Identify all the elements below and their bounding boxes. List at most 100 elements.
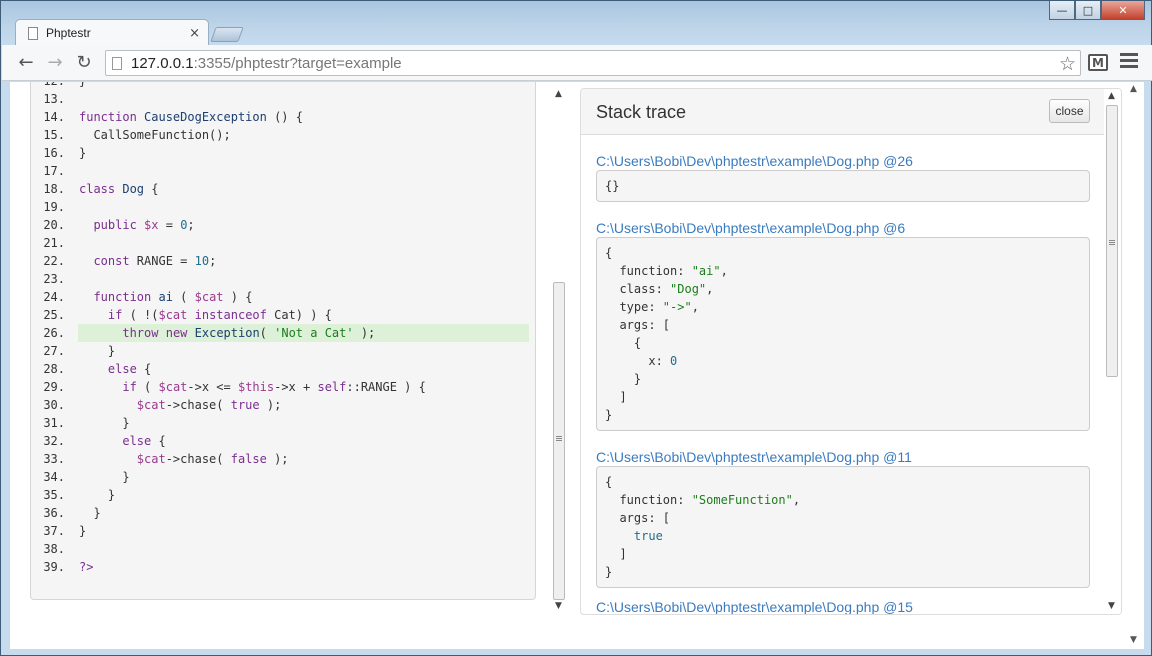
code-line: 12.} — [31, 82, 535, 90]
page-scrollbar[interactable]: ▲ ▼ — [1127, 82, 1144, 649]
scroll-down-arrow-icon[interactable]: ▼ — [1108, 601, 1115, 611]
browser-window: — □ ✕ Phptestr × ← → ↻ 127.0.0.1:3355/ph… — [0, 0, 1152, 656]
close-button[interactable]: close — [1049, 99, 1090, 123]
maximize-button[interactable]: □ — [1075, 1, 1101, 20]
address-bar[interactable]: 127.0.0.1:3355/phptestr?target=example ☆ — [105, 50, 1081, 76]
line-number: 15. — [43, 128, 65, 142]
code-line: 26. throw new Exception( 'Not a Cat' ); — [31, 324, 535, 342]
browser-toolbar: ← → ↻ 127.0.0.1:3355/phptestr?target=exa… — [2, 45, 1152, 81]
stack-frame-args: { function: "ai", class: "Dog", type: "-… — [596, 237, 1090, 431]
code-text: CallSomeFunction(); — [79, 128, 231, 142]
chrome-menu-icon[interactable] — [1120, 53, 1138, 71]
back-arrow-icon[interactable]: ← — [15, 53, 37, 73]
code-text: } — [79, 344, 116, 358]
code-line: 31. } — [31, 414, 535, 432]
stack-trace-title: Stack trace — [596, 102, 687, 122]
line-number: 35. — [43, 488, 65, 502]
scroll-down-arrow-icon[interactable]: ▼ — [555, 601, 562, 611]
code-line: 23. — [31, 270, 535, 288]
code-panel-scrollbar[interactable]: ▲ ▼ — [551, 89, 568, 614]
code-text: if ( !($cat instanceof Cat) ) { — [107, 308, 332, 322]
line-number: 21. — [43, 236, 65, 250]
reload-icon[interactable]: ↻ — [73, 53, 95, 73]
bookmark-star-icon[interactable]: ☆ — [1059, 53, 1076, 75]
line-number: 31. — [43, 416, 65, 430]
line-number: 36. — [43, 506, 65, 520]
new-tab-button[interactable] — [210, 27, 244, 42]
code-line: 15. CallSomeFunction(); — [31, 126, 535, 144]
stack-frame-args: {} — [596, 170, 1090, 202]
code-text: } — [79, 416, 130, 430]
code-line: 14. function CauseDogException () { — [31, 108, 535, 126]
line-number: 19. — [43, 200, 65, 214]
stack-frame-args: { function: "SomeFunction", args: [ true… — [596, 466, 1090, 588]
code-line: 25. if ( !($cat instanceof Cat) ) { — [31, 306, 535, 324]
line-number: 18. — [43, 182, 65, 196]
stack-trace-scrollbar[interactable]: ▲ ▼ — [1104, 89, 1121, 614]
code-line: 37.} — [31, 522, 535, 540]
code-text: ?> — [79, 560, 94, 574]
gmail-icon[interactable]: M — [1088, 54, 1108, 71]
code-line: 34. } — [31, 468, 535, 486]
line-number: 28. — [43, 362, 65, 376]
line-number: 23. — [43, 272, 65, 286]
code-text: $cat->chase( false ); — [136, 452, 289, 466]
scrollbar-thumb[interactable] — [553, 282, 565, 600]
tab-title: Phptestr — [46, 26, 91, 40]
window-close-button[interactable]: ✕ — [1101, 1, 1145, 20]
code-line: 29. if ( $cat->x <= $this->x + self::RAN… — [31, 378, 535, 396]
page-icon — [28, 26, 38, 40]
stack-trace-panel: Stack trace close C:\Users\Bobi\Dev\phpt… — [580, 88, 1122, 615]
window-controls: — □ ✕ — [1049, 1, 1145, 21]
code-line: 20. public $x = 0; — [31, 216, 535, 234]
line-number: 20. — [43, 218, 65, 232]
code-text: } — [79, 146, 87, 160]
line-number: 25. — [43, 308, 65, 322]
code-line: 21. — [31, 234, 535, 252]
minimize-button[interactable]: — — [1049, 1, 1075, 20]
code-text: } — [79, 470, 130, 484]
scroll-down-arrow-icon[interactable]: ▼ — [1130, 635, 1137, 645]
line-number: 34. — [43, 470, 65, 484]
stack-trace-header: Stack trace close — [581, 89, 1121, 135]
forward-arrow-icon[interactable]: → — [44, 53, 66, 73]
code-line: 35. } — [31, 486, 535, 504]
code-text: $cat->chase( true ); — [136, 398, 282, 412]
line-number: 27. — [43, 344, 65, 358]
code-line: 22. const RANGE = 10; — [31, 252, 535, 270]
scroll-up-arrow-icon[interactable]: ▲ — [1130, 84, 1137, 94]
code-line: 13. — [31, 90, 535, 108]
code-text: } — [79, 488, 116, 502]
line-number: 37. — [43, 524, 65, 538]
code-line: 39. ?> — [31, 558, 535, 576]
stack-frame-link[interactable]: C:\Users\Bobi\Dev\phptestr\example\Dog.p… — [596, 599, 913, 614]
code-text: throw new Exception( 'Not a Cat' ); — [78, 324, 529, 342]
scrollbar-thumb[interactable] — [1106, 105, 1118, 377]
stack-frame-link[interactable]: C:\Users\Bobi\Dev\phptestr\example\Dog.p… — [596, 449, 912, 465]
url-host: 127.0.0.1 — [131, 54, 194, 72]
tab-close-icon[interactable]: × — [189, 26, 200, 41]
line-number: 29. — [43, 380, 65, 394]
code-line: 16.} — [31, 144, 535, 162]
code-line: 32. else { — [31, 432, 535, 450]
stack-frame-link[interactable]: C:\Users\Bobi\Dev\phptestr\example\Dog.p… — [596, 153, 913, 169]
code-line: 33. $cat->chase( false ); — [31, 450, 535, 468]
code-text: else { — [122, 434, 166, 448]
code-text: if ( $cat->x <= $this->x + self::RANGE )… — [122, 380, 426, 394]
page-info-icon[interactable] — [112, 56, 122, 70]
tab-phptestr[interactable]: Phptestr × — [15, 19, 209, 46]
line-number: 38. — [43, 542, 65, 556]
line-number: 30. — [43, 398, 65, 412]
code-text: else { — [107, 362, 152, 376]
code-line: 17. — [31, 162, 535, 180]
code-text: } — [78, 82, 529, 90]
source-code-panel: 12.} 13. 14. function CauseDogException () … — [30, 82, 536, 600]
line-number: 16. — [43, 146, 65, 160]
code-text: } — [79, 506, 101, 520]
line-number: 22. — [43, 254, 65, 268]
scroll-up-arrow-icon[interactable]: ▲ — [555, 89, 562, 99]
scroll-up-arrow-icon[interactable]: ▲ — [1108, 91, 1115, 101]
line-number: 32. — [43, 434, 65, 448]
stack-frame-link[interactable]: C:\Users\Bobi\Dev\phptestr\example\Dog.p… — [596, 220, 905, 236]
line-number: 39. — [43, 560, 65, 574]
